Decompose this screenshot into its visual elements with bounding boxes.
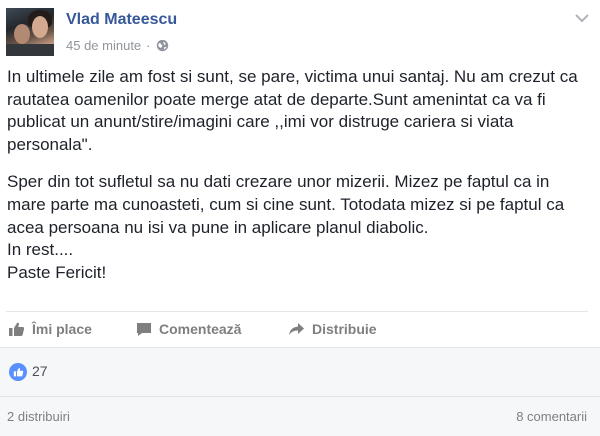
post-paragraph: Sper din tot sufletul sa nu dati crezare… bbox=[7, 172, 565, 282]
post-meta: 45 de minute · bbox=[66, 38, 169, 53]
post-header: Vlad Mateescu 45 de minute · bbox=[0, 0, 600, 62]
comment-button[interactable]: Comentează bbox=[136, 321, 241, 337]
author-name[interactable]: Vlad Mateescu bbox=[66, 11, 177, 29]
avatar-person-left bbox=[14, 24, 30, 44]
thumbs-up-icon bbox=[9, 322, 25, 336]
post-timestamp[interactable]: 45 de minute bbox=[66, 38, 141, 53]
share-button[interactable]: Distribuie bbox=[288, 321, 377, 337]
like-count[interactable]: 27 bbox=[32, 363, 48, 379]
avatar[interactable] bbox=[6, 8, 54, 56]
meta-separator: · bbox=[146, 38, 151, 53]
reactions-summary: 27 bbox=[0, 347, 600, 396]
like-label: Îmi place bbox=[32, 321, 92, 337]
like-reaction-icon[interactable] bbox=[9, 363, 27, 381]
post-actions: Îmi place Comentează Distribuie bbox=[0, 313, 600, 345]
avatar-person-right bbox=[32, 16, 48, 38]
post-footer: 2 distribuiri 8 comentarii bbox=[0, 396, 600, 436]
comments-count[interactable]: 8 comentarii bbox=[516, 409, 587, 424]
chevron-down-icon[interactable] bbox=[574, 12, 590, 24]
like-button[interactable]: Îmi place bbox=[8, 321, 92, 337]
divider bbox=[6, 311, 588, 312]
share-label: Distribuie bbox=[312, 321, 377, 337]
globe-icon[interactable] bbox=[156, 39, 169, 52]
post-paragraph: In ultimele zile am fost si sunt, se par… bbox=[7, 67, 578, 154]
comment-icon bbox=[137, 322, 151, 336]
comment-label: Comentează bbox=[159, 321, 242, 337]
shares-count[interactable]: 2 distribuiri bbox=[7, 409, 70, 424]
post-text: In ultimele zile am fost si sunt, se par… bbox=[7, 66, 587, 299]
share-arrow-icon bbox=[289, 323, 304, 335]
avatar-shirt bbox=[6, 44, 54, 56]
